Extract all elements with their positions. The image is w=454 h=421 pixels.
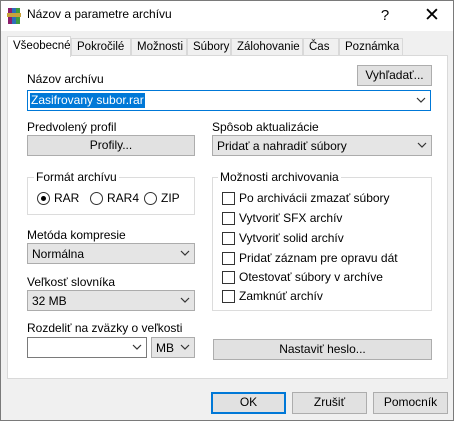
sfx-checkbox[interactable] — [222, 212, 235, 225]
chevron-down-icon — [180, 297, 190, 303]
split-unit-select[interactable]: MB — [151, 337, 195, 358]
test-checkbox[interactable] — [222, 271, 235, 284]
split-unit-value: MB — [156, 341, 174, 355]
dialog-window: Názov a parametre archívu ? ✕ Všeobecné … — [0, 0, 454, 421]
method-value: Normálna — [32, 247, 85, 261]
method-label: Metóda kompresie — [27, 228, 126, 242]
format-rar4-radio[interactable] — [90, 192, 103, 205]
update-mode-select[interactable]: Pridať a nahradiť súbory — [212, 135, 432, 156]
tab-options[interactable]: Možnosti — [131, 38, 187, 56]
dictionary-select[interactable]: 32 MB — [27, 290, 195, 311]
format-rar-radio[interactable] — [37, 192, 50, 205]
format-rar4-label[interactable]: RAR4 — [107, 191, 139, 205]
recovery-checkbox[interactable] — [222, 252, 235, 265]
help-title-button[interactable]: ? — [375, 5, 395, 27]
chevron-down-icon — [180, 344, 190, 350]
options-group-title: Možnosti archivovania — [218, 170, 341, 184]
chevron-down-icon[interactable] — [416, 97, 426, 103]
help-button[interactable]: Pomocník — [373, 392, 448, 414]
format-rar-label[interactable]: RAR — [54, 191, 79, 205]
tab-time[interactable]: Čas — [303, 38, 339, 56]
solid-checkbox[interactable] — [222, 232, 235, 245]
update-mode-label: Spôsob aktualizácie — [212, 120, 319, 134]
archive-name-label: Názov archívu — [27, 72, 104, 86]
tab-advanced[interactable]: Pokročilé — [71, 38, 131, 56]
cancel-button[interactable]: Zrušiť — [292, 392, 367, 414]
set-password-button[interactable]: Nastaviť heslo... — [213, 339, 432, 360]
tab-comment[interactable]: Poznámka — [339, 38, 403, 56]
update-mode-value: Pridať a nahradiť súbory — [217, 139, 347, 153]
profile-label: Predvolený profil — [27, 120, 117, 134]
close-button[interactable]: ✕ — [421, 4, 443, 28]
chevron-down-icon[interactable] — [132, 344, 142, 350]
test-label[interactable]: Otestovať súbory v archíve — [239, 270, 383, 284]
tab-files[interactable]: Súbory — [187, 38, 231, 56]
delete-after-label[interactable]: Po archivácii zmazať súbory — [239, 191, 390, 205]
tab-general[interactable]: Všeobecné — [7, 36, 71, 57]
format-zip-radio[interactable] — [144, 192, 157, 205]
recovery-label[interactable]: Pridať záznam pre opravu dát — [239, 251, 398, 265]
winrar-icon — [7, 8, 21, 24]
archive-name-value: Zasifrovany subor.rar — [30, 93, 145, 108]
sfx-label[interactable]: Vytvoriť SFX archív — [239, 211, 342, 225]
title-bar: Názov a parametre archívu ? ✕ — [1, 1, 453, 31]
browse-button[interactable]: Vyhľadať... — [357, 65, 432, 86]
window-title: Názov a parametre archívu — [27, 7, 172, 21]
ok-button[interactable]: OK — [211, 392, 286, 414]
general-panel: Názov archívu Vyhľadať... Zasifrovany su… — [7, 55, 448, 379]
lock-label[interactable]: Zamknúť archív — [239, 289, 323, 303]
archive-name-input[interactable]: Zasifrovany subor.rar — [27, 90, 431, 111]
solid-label[interactable]: Vytvoriť solid archív — [239, 231, 344, 245]
chevron-down-icon — [417, 142, 427, 148]
method-select[interactable]: Normálna — [27, 243, 195, 264]
format-zip-label[interactable]: ZIP — [161, 191, 180, 205]
dictionary-value: 32 MB — [32, 294, 67, 308]
chevron-down-icon — [180, 250, 190, 256]
lock-checkbox[interactable] — [222, 290, 235, 303]
split-label: Rozdeliť na zväzky o veľkosti — [27, 321, 183, 335]
format-group-title: Formát archívu — [34, 170, 119, 184]
delete-after-checkbox[interactable] — [222, 192, 235, 205]
profiles-button[interactable]: Profily... — [27, 135, 195, 156]
split-size-input[interactable] — [27, 337, 147, 358]
tab-backup[interactable]: Zálohovanie — [231, 38, 303, 56]
dictionary-label: Veľkosť slovníka — [27, 275, 116, 289]
